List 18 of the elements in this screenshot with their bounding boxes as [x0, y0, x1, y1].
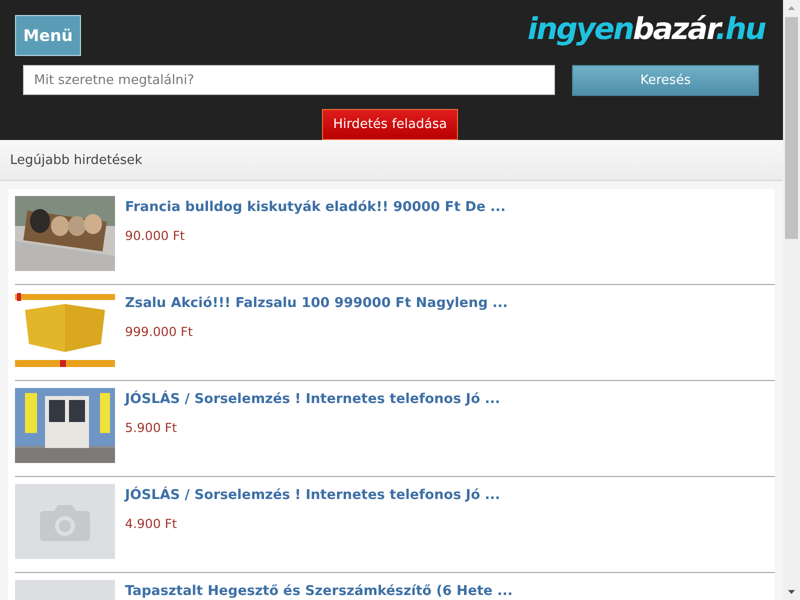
post-ad-button[interactable]: Hirdetés feladása — [322, 109, 458, 140]
menu-button[interactable]: Menü — [15, 15, 81, 56]
search-button[interactable]: Keresés — [572, 65, 759, 96]
listing-title[interactable]: Zsalu Akció!!! Falzsalu 100 999000 Ft Nagyleng ... — [125, 294, 508, 312]
listing-title[interactable]: Francia bulldog kiskutyák eladók!! 90000 Ft De ... — [125, 198, 506, 216]
scrollbar[interactable] — [783, 0, 800, 600]
listing-price: 90.000 Ft — [125, 228, 186, 243]
listing-price: 999.000 Ft — [125, 324, 194, 339]
listing-title[interactable]: Tapasztalt Hegesztő és Szerszámkészítő (6 Hete ... — [125, 582, 513, 600]
listing-price: 5.900 Ft — [125, 420, 178, 435]
search-field[interactable]: Mit szeretne megtalálni? — [23, 65, 555, 95]
image-placeholder[interactable] — [15, 484, 115, 559]
section-title: Legújabb hirdetések — [10, 152, 142, 168]
listing-price: 4.900 Ft — [125, 516, 178, 531]
listing-title[interactable]: JÓSLÁS / Sorselemzés ! Internetes telefonos Jó ... — [125, 486, 500, 504]
scrollbar-thumb[interactable] — [785, 17, 798, 239]
site-logo[interactable]: ingyenbazár.hu — [528, 13, 765, 47]
listing-title[interactable]: JÓSLÁS / Sorselemzés ! Internetes telefonos Jó ... — [125, 390, 500, 408]
